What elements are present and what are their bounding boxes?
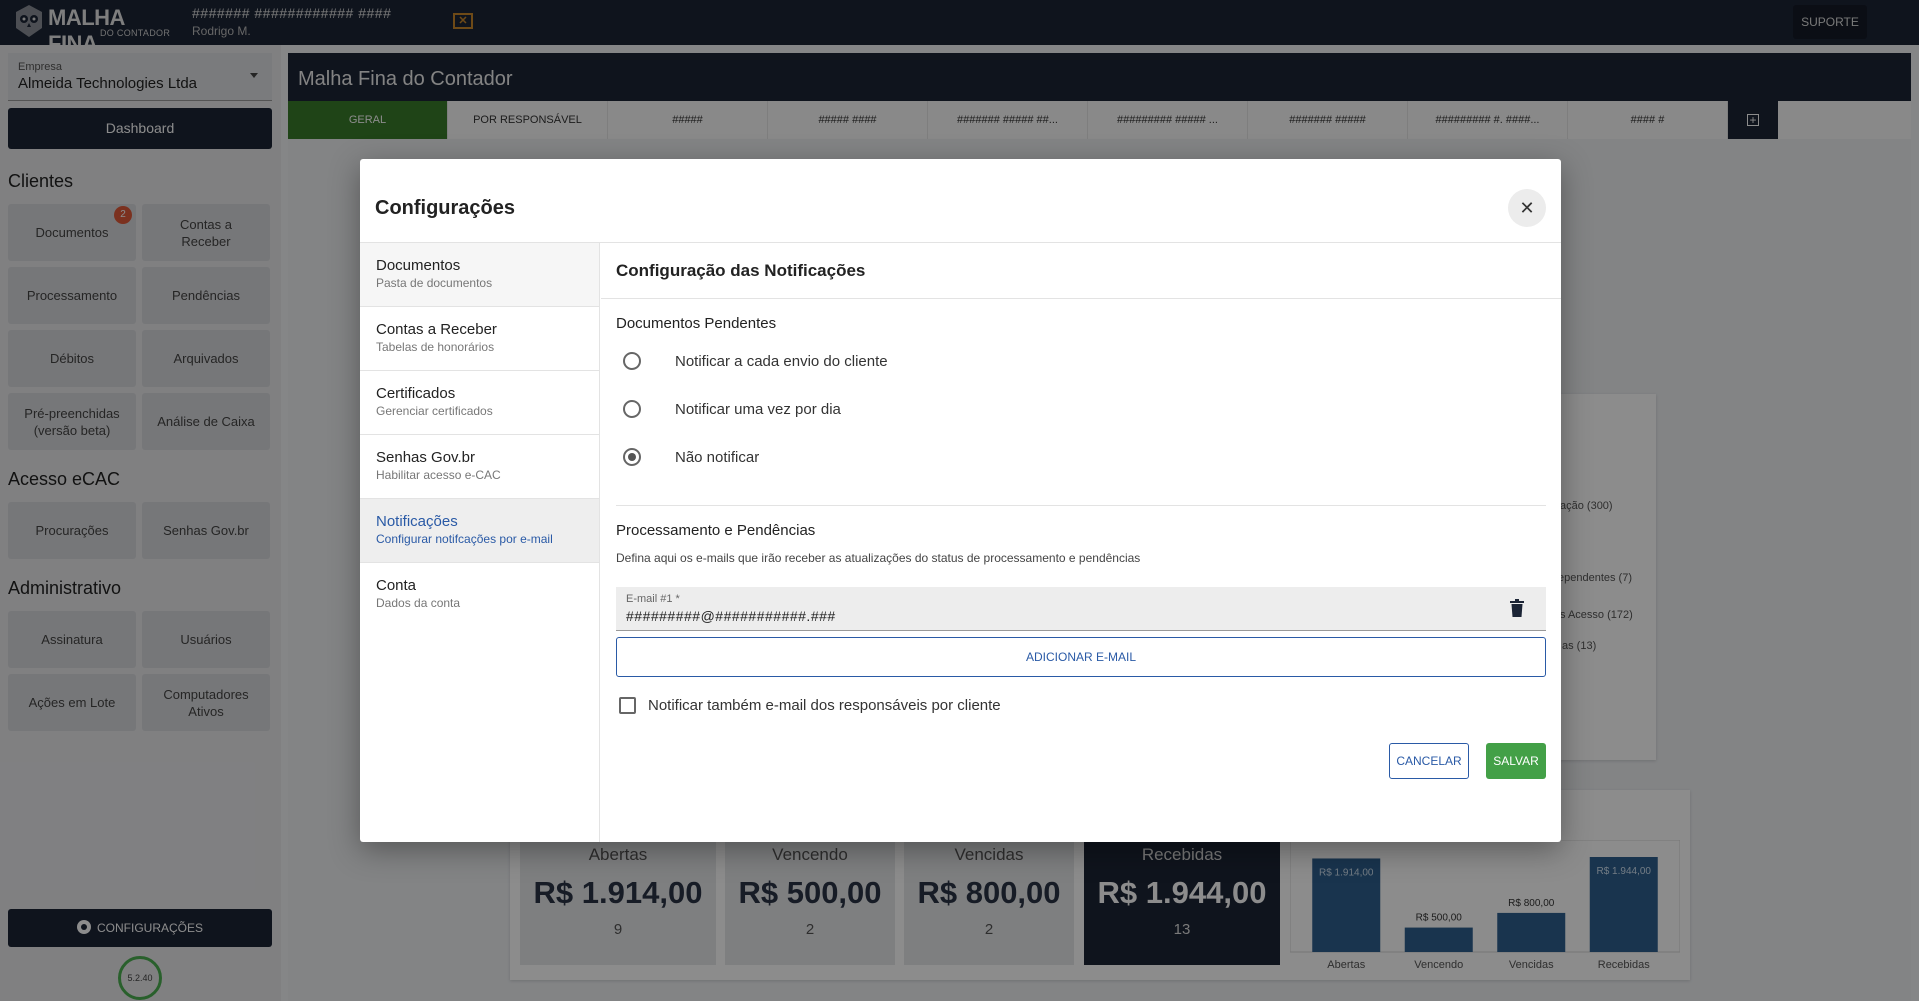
divider (601, 298, 1561, 299)
dialog-title: Configurações (375, 197, 516, 219)
add-email-button[interactable]: ADICIONAR E-MAIL (616, 637, 1546, 677)
help-text: Defina aqui os e-mails que irão receber … (616, 551, 1141, 565)
group-title-processing: Processamento e Pendências (616, 522, 816, 539)
radio-button[interactable] (623, 352, 641, 370)
nav-item-title: Notificações (376, 513, 458, 530)
save-button[interactable]: SALVAR (1486, 743, 1546, 779)
radio-button[interactable] (623, 400, 641, 418)
close-icon[interactable]: ✕ (1508, 189, 1546, 227)
settings-dialog: Configurações ✕ Documentos Pasta de docu… (360, 159, 1561, 842)
radio-label: Notificar a cada envio do cliente (675, 352, 888, 370)
nav-item-subtitle: Dados da conta (376, 596, 461, 610)
nav-item-title: Contas a Receber (376, 321, 497, 338)
radio-label: Não notificar (675, 448, 760, 466)
panel-title: Configuração das Notificações (616, 261, 866, 280)
nav-item-subtitle: Gerenciar certificados (376, 404, 493, 418)
checkbox-label: Notificar também e-mail dos responsáveis… (648, 696, 1001, 714)
email-field[interactable]: E-mail #1 * #########@###########.### (616, 587, 1546, 631)
nav-item-title: Documentos (376, 257, 461, 274)
radio-notify-each-upload[interactable]: Notificar a cada envio do cliente (623, 349, 888, 373)
settings-nav: Documentos Pasta de documentos Contas a … (360, 243, 600, 842)
nav-item-documentos[interactable]: Documentos Pasta de documentos (360, 243, 599, 307)
nav-item-subtitle: Habilitar acesso e-CAC (376, 468, 501, 482)
divider (616, 505, 1546, 506)
nav-item-title: Certificados (376, 385, 456, 402)
email-field-value: #########@###########.### (626, 608, 836, 624)
nav-item-senhas-govbr[interactable]: Senhas Gov.br Habilitar acesso e-CAC (360, 435, 599, 499)
cancel-button[interactable]: CANCELAR (1389, 743, 1469, 779)
nav-item-title: Conta (376, 577, 417, 594)
nav-item-subtitle: Tabelas de honorários (376, 340, 495, 354)
trash-icon[interactable] (1510, 599, 1524, 617)
checkbox[interactable] (619, 696, 636, 714)
nav-item-certificados[interactable]: Certificados Gerenciar certificados (360, 371, 599, 435)
nav-item-conta[interactable]: Conta Dados da conta (360, 563, 599, 627)
nav-item-subtitle: Pasta de documentos (376, 276, 493, 290)
radio-label: Notificar uma vez por dia (675, 400, 841, 418)
nav-item-notificacoes[interactable]: Notificações Configurar notifcações por … (360, 499, 599, 563)
nav-item-subtitle: Configurar notifcações por e-mail (376, 532, 553, 546)
radio-button-checked[interactable] (623, 448, 641, 466)
radio-notify-daily[interactable]: Notificar uma vez por dia (623, 397, 841, 421)
group-title-pending-docs: Documentos Pendentes (616, 315, 777, 332)
email-field-label: E-mail #1 * (626, 593, 680, 605)
radio-do-not-notify[interactable]: Não notificar (623, 445, 759, 469)
notifications-panel: Configuração das Notificações Documentos… (601, 243, 1561, 842)
nav-item-contas-a-receber[interactable]: Contas a Receber Tabelas de honorários (360, 307, 599, 371)
notify-responsibles-checkbox-row[interactable]: Notificar também e-mail dos responsáveis… (619, 695, 1001, 715)
nav-item-title: Senhas Gov.br (376, 449, 475, 466)
